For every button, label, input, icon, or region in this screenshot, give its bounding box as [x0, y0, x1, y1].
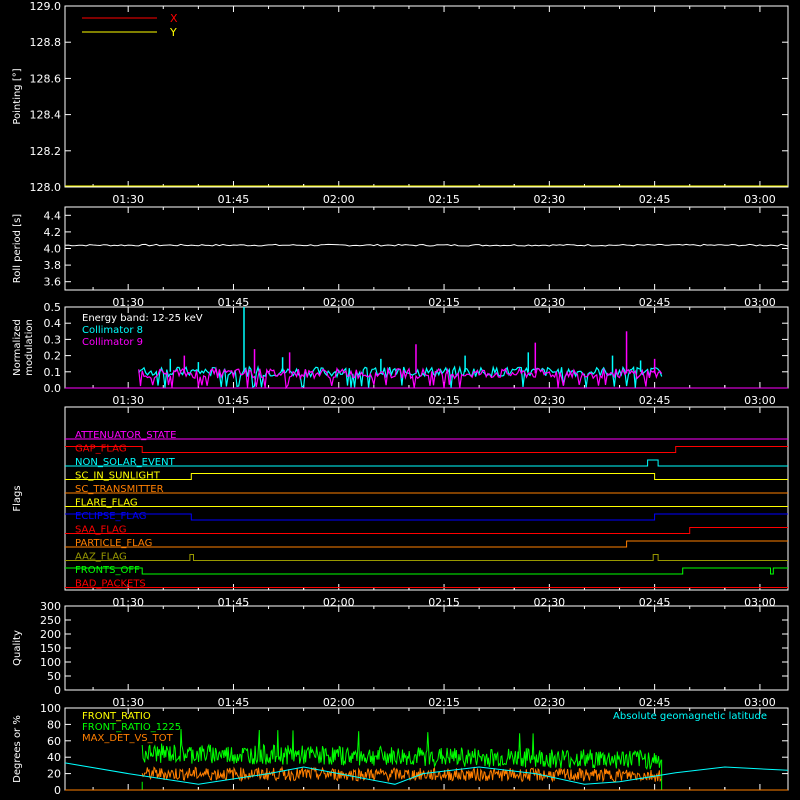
y-tick-label: 60 — [47, 735, 61, 748]
y-tick-label: 0.0 — [44, 382, 62, 395]
y-tick-label: 0.3 — [44, 333, 62, 346]
y-tick-label: 0.4 — [44, 317, 62, 330]
x-tick-label: 01:30 — [112, 193, 144, 206]
x-tick-label: 02:15 — [428, 696, 460, 709]
y-axis-label: Roll period [s] — [12, 214, 23, 283]
y-tick-label: 128.6 — [30, 72, 62, 85]
flag-label: FRONTS_OFF — [75, 565, 140, 576]
panel-frame-4 — [64, 605, 789, 691]
x-tick-label: 02:30 — [533, 193, 565, 206]
y-tick-label: 100 — [40, 656, 61, 669]
x-tick-label: 03:00 — [744, 193, 776, 206]
y-tick-label: 200 — [40, 628, 61, 641]
y-tick-label: 128.8 — [30, 36, 62, 49]
x-tick-label: 02:45 — [639, 394, 671, 407]
y-tick-label: 129.0 — [30, 0, 62, 13]
legend-label: FRONT_RATIO — [82, 711, 151, 722]
chart-figure: 01:30 01:45 02:00 02:15 02:30 02:45 03:00 128.0… — [0, 0, 800, 800]
x-tick-label: 02:45 — [639, 193, 671, 206]
y-tick-label: 128.0 — [30, 181, 62, 194]
y-tick-label: 100 — [40, 702, 61, 715]
roll-period-line — [64, 243, 789, 247]
flag-line — [65, 554, 788, 561]
legend-label: X — [170, 12, 178, 25]
max-det-line — [141, 765, 662, 783]
y-tick-label: 0.5 — [44, 301, 62, 314]
flag-label: GAP_FLAG — [75, 444, 127, 455]
y-tick-label: 80 — [47, 718, 61, 731]
y-tick-label: 4.4 — [44, 209, 62, 222]
chart-svg: 01:30 01:45 02:00 02:15 02:30 02:45 03:00 128.0… — [12, 0, 789, 797]
flag-line — [65, 473, 788, 480]
flag-line — [65, 446, 788, 453]
flag-label: ECLIPSE_FLAG — [75, 511, 146, 522]
y-tick-label: 250 — [40, 614, 61, 627]
y-axis-label: Quality — [12, 630, 23, 666]
y-tick-label: 3.6 — [44, 276, 62, 289]
y-axis-label: modulation — [24, 319, 35, 376]
y-axis-label: Degrees or % — [12, 715, 23, 783]
x-tick-label: 01:30 — [112, 394, 144, 407]
x-tick-label: 03:00 — [744, 394, 776, 407]
annotation-geomag: Absolute geomagnetic latitude — [613, 711, 767, 722]
x-tick-label: 02:15 — [428, 193, 460, 206]
y-tick-label: 40 — [47, 751, 61, 764]
y-tick-label: 0.1 — [44, 366, 62, 379]
y-tick-label: 150 — [40, 642, 61, 655]
y-tick-label: 300 — [40, 600, 61, 613]
flag-line — [65, 540, 788, 548]
x-tick-label: 02:30 — [533, 394, 565, 407]
x-tick-label: 01:45 — [218, 394, 250, 407]
flag-line — [65, 567, 788, 575]
y-tick-label: 50 — [47, 670, 61, 683]
y-tick-label: 3.8 — [44, 259, 62, 272]
y-tick-label: 4.0 — [44, 243, 62, 256]
legend-label: Collimator 9 — [82, 337, 143, 348]
y-tick-label: 0 — [54, 784, 61, 797]
annotation-energy-band: Energy band: 12-25 keV — [82, 313, 203, 324]
flag-line — [65, 513, 788, 521]
x-tick-label: 02:45 — [639, 696, 671, 709]
y-axis-label: Normalized — [12, 319, 23, 376]
x-tick-label: 03:00 — [744, 696, 776, 709]
y-tick-label: 4.2 — [44, 226, 62, 239]
legend-label: FRONT_RATIO_1225 — [82, 722, 181, 733]
y-axis-label: Pointing [°] — [12, 68, 23, 124]
x-tick-label: 01:30 — [112, 696, 144, 709]
panel-frame-1 — [64, 206, 789, 291]
y-tick-label: 0.2 — [44, 350, 62, 363]
legend-label: Collimator 8 — [82, 325, 143, 336]
legend-label: Y — [169, 26, 177, 39]
y-tick-label: 128.4 — [30, 109, 62, 122]
x-tick-label: 01:45 — [218, 696, 250, 709]
y-tick-label: 0 — [54, 684, 61, 697]
x-tick-label: 02:15 — [428, 394, 460, 407]
y-tick-label: 20 — [47, 768, 61, 781]
legend-label: MAX_DET_VS_TOT — [82, 733, 174, 744]
x-tick-label: 02:30 — [533, 696, 565, 709]
x-tick-label: 02:00 — [323, 696, 355, 709]
y-axis-label: Flags — [12, 485, 23, 511]
x-tick-label: 02:00 — [323, 193, 355, 206]
flag-line — [65, 527, 788, 534]
y-tick-label: 128.2 — [30, 145, 62, 158]
x-tick-label: 02:00 — [323, 394, 355, 407]
x-tick-label: 01:45 — [218, 193, 250, 206]
front-ratio-1225-line — [141, 728, 662, 770]
